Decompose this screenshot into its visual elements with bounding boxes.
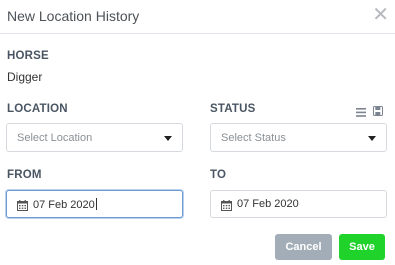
location-select[interactable]: Select Location bbox=[6, 123, 183, 152]
text-cursor bbox=[95, 198, 97, 210]
calendar-icon bbox=[17, 198, 28, 216]
horse-label: HORSE bbox=[7, 50, 49, 62]
from-label: FROM bbox=[7, 169, 42, 181]
dialog-title: New Location History bbox=[7, 8, 140, 24]
status-label: STATUS bbox=[210, 103, 256, 115]
close-icon[interactable]: ✕ bbox=[372, 5, 389, 25]
save-button[interactable]: Save bbox=[339, 234, 385, 260]
chevron-down-icon bbox=[368, 136, 376, 141]
status-select[interactable]: Select Status bbox=[210, 123, 387, 152]
chevron-down-icon bbox=[164, 136, 172, 141]
horse-value: Digger bbox=[7, 70, 43, 84]
location-label: LOCATION bbox=[7, 103, 68, 115]
list-icon[interactable] bbox=[356, 104, 366, 122]
from-date-input[interactable]: 07 Feb 2020 bbox=[6, 190, 183, 218]
to-date-value: 07 Feb 2020 bbox=[237, 198, 299, 210]
save-disk-icon[interactable] bbox=[373, 103, 383, 121]
cancel-button[interactable]: Cancel bbox=[275, 234, 332, 260]
status-placeholder: Select Status bbox=[221, 132, 286, 144]
calendar-icon bbox=[221, 198, 232, 216]
location-placeholder: Select Location bbox=[17, 132, 93, 144]
from-date-value: 07 Feb 2020 bbox=[33, 199, 95, 211]
dialog-header: New Location History ✕ bbox=[0, 0, 395, 34]
to-date-input[interactable]: 07 Feb 2020 bbox=[210, 190, 387, 218]
to-label: TO bbox=[210, 169, 227, 181]
